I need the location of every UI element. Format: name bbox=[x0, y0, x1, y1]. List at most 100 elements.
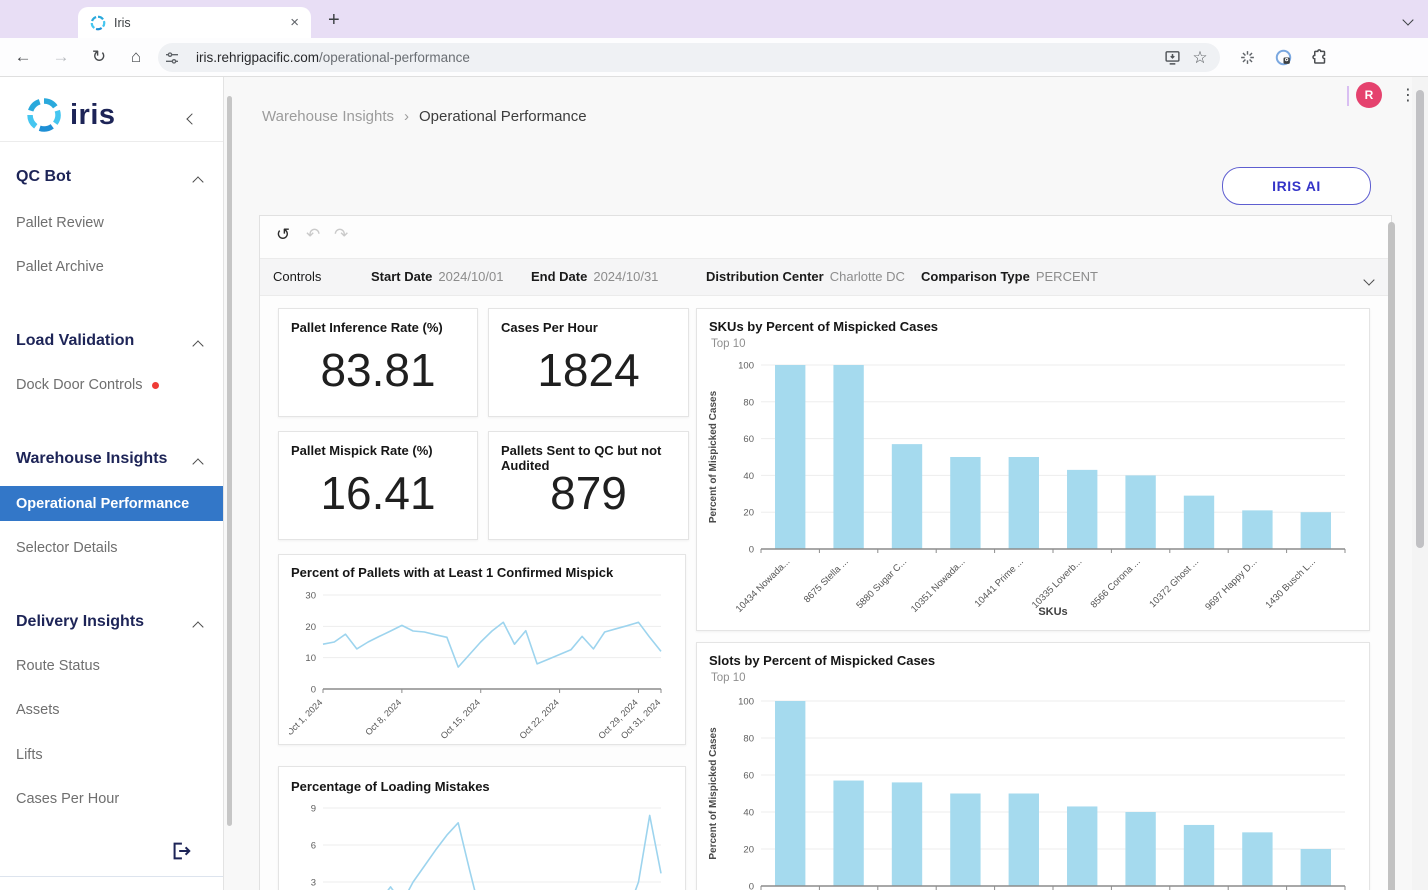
svg-text:0: 0 bbox=[311, 685, 316, 696]
browser-tab[interactable]: Iris × bbox=[78, 7, 311, 38]
toolbar-separator bbox=[1347, 86, 1349, 106]
kpi-card-pallet-inference-rate: Pallet Inference Rate (%) 83.81 bbox=[278, 308, 478, 417]
section-qc-bot[interactable]: QC Bot bbox=[16, 168, 71, 186]
svg-text:60: 60 bbox=[743, 771, 754, 782]
chart-subtitle: Top 10 bbox=[711, 672, 746, 684]
svg-text:30: 30 bbox=[305, 591, 316, 602]
extensions-puzzle-icon[interactable] bbox=[1305, 38, 1335, 76]
chart-card-slots-mispicked: Slots by Percent of Mispicked Cases Top … bbox=[696, 642, 1370, 890]
sidebar-item-dock-door-controls[interactable]: Dock Door Controls bbox=[16, 377, 159, 393]
chart-title: Slots by Percent of Mispicked Cases bbox=[709, 653, 936, 668]
window-scrollbar[interactable] bbox=[1416, 90, 1424, 548]
profile-avatar[interactable]: R bbox=[1356, 82, 1382, 108]
sidebar-item-pallet-review[interactable]: Pallet Review bbox=[16, 215, 104, 231]
iris-logo-icon bbox=[27, 98, 61, 132]
kpi-value: 879 bbox=[550, 467, 627, 519]
slots-bar-chart[interactable]: 0 20 40 60 80 100 Percent of Mispicked Cases bbox=[705, 687, 1355, 890]
svg-text:100: 100 bbox=[738, 697, 754, 708]
control-start-date[interactable]: Start Date 2024/10/01 bbox=[371, 269, 504, 284]
sidebar-item-operational-performance[interactable]: Operational Performance bbox=[0, 486, 223, 521]
home-icon[interactable]: ⌂ bbox=[121, 38, 151, 76]
section-warehouse-insights[interactable]: Warehouse Insights bbox=[16, 450, 167, 468]
kpi-card-cases-per-hour: Cases Per Hour 1824 bbox=[488, 308, 689, 417]
kpi-value: 1824 bbox=[537, 344, 640, 396]
reset-icon[interactable]: ↺ bbox=[276, 225, 290, 245]
tab-close-icon[interactable]: × bbox=[290, 14, 299, 31]
url-text[interactable]: iris.rehrigpacific.com/operational-perfo… bbox=[196, 50, 1158, 65]
undo-icon[interactable]: ↶ bbox=[306, 225, 320, 245]
password-manager-icon[interactable] bbox=[1268, 38, 1298, 76]
kpi-card-pallet-mispick-rate: Pallet Mispick Rate (%) 16.41 bbox=[278, 431, 478, 540]
sidebar-item-pallet-archive[interactable]: Pallet Archive bbox=[16, 259, 104, 275]
site-info-icon[interactable] bbox=[158, 50, 186, 66]
svg-text:8566 Corona ...: 8566 Corona ... bbox=[1089, 556, 1143, 610]
svg-text:6: 6 bbox=[311, 841, 316, 852]
svg-text:10351 Nowada...: 10351 Nowada... bbox=[909, 556, 968, 615]
svg-text:10372 Ghost ...: 10372 Ghost ... bbox=[1147, 556, 1201, 610]
svg-text:Oct 8, 2024: Oct 8, 2024 bbox=[363, 697, 403, 737]
forward-icon[interactable]: → bbox=[46, 38, 76, 76]
svg-text:Oct 1, 2024: Oct 1, 2024 bbox=[289, 697, 324, 737]
chevron-up-icon[interactable] bbox=[192, 337, 204, 355]
chart-card-confirmed-mispick: Percent of Pallets with at Least 1 Confi… bbox=[278, 554, 686, 745]
loading-mistakes-line-chart[interactable]: 3 6 9 bbox=[289, 797, 671, 890]
sidebar-item-lifts[interactable]: Lifts bbox=[16, 747, 43, 763]
tab-search-icon[interactable] bbox=[1398, 10, 1418, 30]
controls-collapse-chevron-icon[interactable] bbox=[1363, 272, 1375, 287]
logout-icon[interactable] bbox=[170, 840, 192, 867]
svg-text:3: 3 bbox=[311, 878, 316, 889]
control-distribution-center[interactable]: Distribution Center Charlotte DC bbox=[706, 269, 905, 284]
svg-text:5880 Sugar C...: 5880 Sugar C... bbox=[854, 556, 909, 611]
skus-bar-chart[interactable]: 0 20 40 60 80 100 10434 Nowada... 8675 Stella .… bbox=[705, 353, 1355, 625]
reload-icon[interactable]: ↻ bbox=[84, 38, 114, 76]
section-delivery-insights[interactable]: Delivery Insights bbox=[16, 613, 144, 631]
svg-text:0: 0 bbox=[749, 882, 754, 890]
chart-card-skus-mispicked: SKUs by Percent of Mispicked Cases Top 1… bbox=[696, 308, 1370, 631]
svg-text:20: 20 bbox=[743, 508, 754, 519]
chart-title: SKUs by Percent of Mispicked Cases bbox=[709, 319, 939, 334]
sidebar-item-cases-per-hour[interactable]: Cases Per Hour bbox=[16, 791, 119, 807]
svg-text:9: 9 bbox=[311, 804, 316, 815]
kpi-title: Pallet Inference Rate (%) bbox=[291, 320, 443, 335]
svg-text:10434 Nowada...: 10434 Nowada... bbox=[734, 556, 793, 615]
control-comparison-type[interactable]: Comparison Type PERCENT bbox=[921, 269, 1098, 284]
svg-text:80: 80 bbox=[743, 734, 754, 745]
breadcrumb: Warehouse Insights › Operational Performan… bbox=[262, 108, 587, 125]
sidebar-collapse-icon[interactable] bbox=[186, 107, 198, 128]
sidebar-scrollbar[interactable] bbox=[227, 96, 232, 826]
breadcrumb-parent[interactable]: Warehouse Insights bbox=[262, 108, 394, 125]
redo-icon[interactable]: ↷ bbox=[334, 225, 348, 245]
install-app-icon[interactable] bbox=[1158, 49, 1186, 66]
chevron-up-icon[interactable] bbox=[192, 455, 204, 473]
logo-text: iris bbox=[70, 98, 116, 131]
kpi-value: 83.81 bbox=[320, 344, 436, 396]
sidebar-item-selector-details[interactable]: Selector Details bbox=[16, 540, 118, 556]
new-tab-icon[interactable]: + bbox=[320, 5, 348, 36]
control-end-date[interactable]: End Date 2024/10/31 bbox=[531, 269, 658, 284]
back-icon[interactable]: ← bbox=[8, 38, 38, 76]
address-bar[interactable]: iris.rehrigpacific.com/operational-perfo… bbox=[158, 43, 1220, 72]
svg-text:9697 Happy D...: 9697 Happy D... bbox=[1203, 556, 1259, 612]
pallets-line-chart[interactable]: 0 10 20 30 Oct 1, 2024 Oct 8, 2024 Oct 15, 202… bbox=[289, 587, 671, 740]
svg-text:Percent of Mispicked Cases: Percent of Mispicked Cases bbox=[708, 727, 719, 860]
svg-text:20: 20 bbox=[305, 622, 316, 633]
svg-text:100: 100 bbox=[738, 361, 754, 372]
tab-strip: Iris × + bbox=[0, 0, 1428, 38]
controls-label: Controls bbox=[273, 269, 322, 284]
section-load-validation[interactable]: Load Validation bbox=[16, 332, 134, 350]
notification-dot bbox=[151, 381, 159, 389]
chart-card-loading-mistakes: Percentage of Loading Mistakes 3 6 9 bbox=[278, 766, 686, 890]
svg-text:40: 40 bbox=[743, 471, 754, 482]
svg-text:SKUs: SKUs bbox=[1038, 606, 1067, 618]
iris-ai-button[interactable]: IRIS AI bbox=[1222, 167, 1371, 205]
chevron-up-icon[interactable] bbox=[192, 173, 204, 191]
controls-bar[interactable]: Controls Start Date 2024/10/01 End Date 20… bbox=[260, 258, 1391, 296]
chevron-up-icon[interactable] bbox=[192, 618, 204, 636]
sidebar-item-route-status[interactable]: Route Status bbox=[16, 658, 100, 674]
bloom-extension-icon[interactable] bbox=[1232, 38, 1262, 76]
sidebar-item-assets[interactable]: Assets bbox=[16, 702, 60, 718]
breadcrumb-current: Operational Performance bbox=[419, 108, 587, 125]
dashboard-scrollbar[interactable] bbox=[1388, 222, 1395, 890]
svg-text:10335 Loverb...: 10335 Loverb... bbox=[1030, 556, 1084, 610]
bookmark-star-icon[interactable]: ☆ bbox=[1186, 48, 1214, 68]
